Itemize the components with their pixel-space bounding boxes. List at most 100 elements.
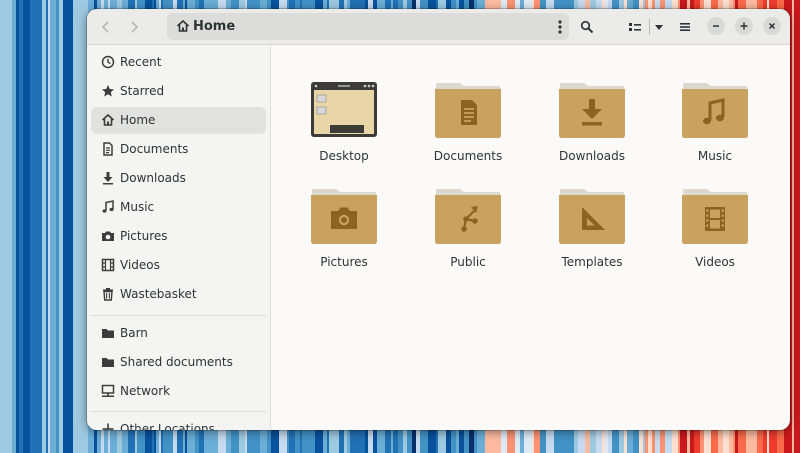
wallpaper-stripe: [59, 0, 64, 453]
wallpaper-stripe: [23, 0, 27, 453]
file-item-documents[interactable]: Documents: [408, 53, 528, 163]
wallpaper-stripe: [38, 0, 43, 453]
film-icon: [101, 258, 115, 272]
close-icon: [768, 22, 776, 30]
file-item-templates[interactable]: Templates: [532, 159, 652, 269]
sidebar-item-other-locations[interactable]: Other Locations: [91, 416, 266, 430]
wallpaper-stripe: [0, 0, 9, 453]
file-item-name: Public: [450, 255, 486, 269]
close-button[interactable]: [763, 17, 781, 35]
plus-icon: [102, 423, 114, 430]
forward-button[interactable]: [121, 14, 147, 40]
file-item-downloads[interactable]: Downloads: [532, 53, 652, 163]
file-view: Desktop Documents Downloads Music Pictur…: [271, 45, 790, 430]
documents-folder-icon: [435, 83, 501, 138]
wallpaper-stripe: [30, 0, 39, 453]
download-icon: [103, 172, 113, 185]
wallpaper-stripe: [12, 0, 17, 453]
sidebar-item-label: Home: [120, 113, 156, 127]
sidebar-item-downloads[interactable]: Downloads: [91, 165, 266, 192]
wallpaper-stripe: [56, 0, 60, 453]
home-icon: [101, 113, 115, 126]
sidebar-item-label: Videos: [120, 258, 160, 272]
wallpaper-stripe: [8, 0, 13, 453]
sidebar-item-music[interactable]: Music: [91, 194, 266, 221]
main-menu-button[interactable]: [672, 14, 698, 40]
clock-icon: [101, 55, 115, 69]
go-forward-icon: [131, 21, 139, 33]
wallpaper-stripe: [16, 0, 20, 453]
templates-folder-icon: [559, 189, 625, 244]
camera-icon: [102, 231, 114, 241]
wallpaper-stripe: [794, 0, 800, 453]
file-item-name: Pictures: [320, 255, 368, 269]
document-icon: [103, 142, 113, 156]
videos-folder-icon: [682, 189, 748, 244]
sidebar-item-recent[interactable]: Recent: [91, 49, 266, 76]
file-item-desktop[interactable]: Desktop: [284, 53, 404, 163]
public-folder-icon: [435, 189, 501, 244]
hamburger-menu-icon: [680, 23, 690, 31]
search-button[interactable]: [574, 14, 600, 40]
header-bar: Home: [87, 9, 790, 45]
sidebar-item-label: Documents: [120, 142, 189, 156]
location-bar[interactable]: Home: [167, 13, 569, 40]
view-mode-button[interactable]: [622, 14, 648, 40]
wallpaper-stripe: [63, 0, 68, 453]
list-view-icon: [629, 23, 641, 31]
sidebar-item-home[interactable]: Home: [91, 107, 266, 134]
sidebar-item-label: Starred: [120, 84, 165, 98]
sidebar-item-pictures[interactable]: Pictures: [91, 223, 266, 250]
sidebar-bookmark-shared-documents[interactable]: Shared documents: [91, 349, 266, 376]
sidebar-item-label: Wastebasket: [120, 287, 197, 301]
sidebar-item-label: Recent: [120, 55, 162, 69]
maximize-icon: [740, 22, 748, 30]
maximize-button[interactable]: [735, 17, 753, 35]
desktop-folder-icon: [311, 82, 377, 137]
network-icon: [101, 384, 115, 397]
music-note-icon: [102, 200, 114, 213]
back-button[interactable]: [93, 14, 119, 40]
minimize-icon: [713, 25, 719, 27]
sidebar-separator: [91, 411, 266, 412]
places-sidebar: Recent Starred Home Documents Downloads …: [87, 45, 271, 430]
file-item-public[interactable]: Public: [408, 159, 528, 269]
view-options-button[interactable]: [650, 14, 668, 40]
star-icon: [102, 85, 114, 97]
kebab-menu-icon[interactable]: [557, 19, 563, 35]
file-item-music[interactable]: Music: [655, 53, 775, 163]
file-item-pictures[interactable]: Pictures: [284, 159, 404, 269]
wallpaper-stripe: [67, 0, 74, 453]
location-label: Home: [193, 19, 236, 34]
downloads-folder-icon: [559, 83, 625, 138]
sidebar-item-documents[interactable]: Documents: [91, 136, 266, 163]
sidebar-item-starred[interactable]: Starred: [91, 78, 266, 105]
go-back-icon: [101, 21, 109, 33]
wallpaper-stripe: [73, 0, 81, 453]
search-icon: [580, 20, 594, 34]
pictures-folder-icon: [311, 189, 377, 244]
sidebar-item-wastebasket[interactable]: Wastebasket: [91, 281, 266, 308]
sidebar-item-label: Other Locations: [120, 422, 215, 430]
file-item-videos[interactable]: Videos: [655, 159, 775, 269]
sidebar-item-videos[interactable]: Videos: [91, 252, 266, 279]
chevron-down-icon: [655, 25, 663, 30]
sidebar-separator: [91, 315, 266, 316]
sidebar-item-label: Music: [120, 200, 155, 214]
wallpaper-stripe: [26, 0, 31, 453]
folder-icon: [102, 358, 114, 367]
minimize-button[interactable]: [707, 17, 725, 35]
music-folder-icon: [682, 83, 748, 138]
sidebar-bookmark-barn[interactable]: Barn: [91, 320, 266, 347]
sidebar-item-label: Shared documents: [120, 355, 233, 369]
wallpaper-stripe: [42, 0, 47, 453]
sidebar-item-network[interactable]: Network: [91, 378, 266, 405]
wallpaper-stripe: [50, 0, 57, 453]
sidebar-item-label: Barn: [120, 326, 148, 340]
home-icon: [176, 19, 190, 32]
file-manager-window: Home Recent Starred Home Documents Downl…: [87, 9, 790, 430]
wallpaper-stripe: [19, 0, 24, 453]
sidebar-item-label: Network: [120, 384, 171, 398]
trash-icon: [103, 288, 113, 301]
sidebar-item-label: Pictures: [120, 229, 168, 243]
